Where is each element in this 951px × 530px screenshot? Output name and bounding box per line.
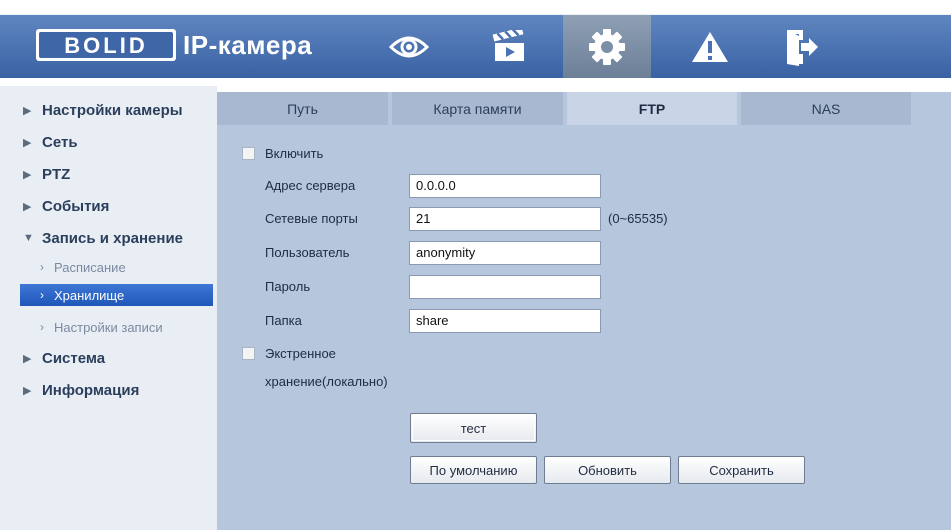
sidebar-item-label: Система [42,349,106,367]
sidebar-item-label: PTZ [42,165,71,183]
server-address-label: Адрес сервера [265,178,356,193]
sidebar-item-ptz[interactable]: ▶ PTZ [0,160,217,188]
sidebar-item-label: Запись и хранение [42,229,184,247]
port-input[interactable]: 21 [409,207,601,231]
sidebar-item-label: События [42,197,110,215]
sidebar-item-label: Информация [42,381,140,399]
caret-right-icon: ▶ [23,200,32,213]
tab-memory-card[interactable]: Карта памяти [392,92,563,125]
caret-right-icon: ▶ [23,104,32,117]
sidebar: ▶ Настройки камеры ▶ Сеть ▶ PTZ ▶ Событи… [0,86,217,530]
emergency-storage-checkbox[interactable] [242,347,255,360]
caret-down-icon: ▼ [23,232,34,244]
chevron-right-icon: › [40,320,44,334]
sidebar-item-recording-storage[interactable]: ▼ Запись и хранение [0,224,217,252]
emergency-storage-label-line1: Экстренное [265,346,336,361]
port-range-hint: (0~65535) [608,211,668,226]
tab-path[interactable]: Путь [217,92,388,125]
enable-label: Включить [265,146,324,161]
tab-ftp[interactable]: FTP [567,92,737,125]
default-button[interactable]: По умолчанию [410,456,537,484]
settings-button[interactable] [563,15,651,78]
sidebar-subitem-label: Расписание [54,259,126,275]
username-label: Пользователь [265,245,350,260]
sidebar-item-label: Сеть [42,133,78,151]
test-button[interactable]: тест [410,413,537,443]
sidebar-subitem-label: Хранилище [54,287,125,303]
sidebar-item-label: Настройки камеры [42,101,183,119]
caret-right-icon: ▶ [23,352,32,365]
chevron-right-icon: › [40,260,44,274]
brand-logo: BOLID [36,29,176,61]
eye-icon [389,36,429,57]
sidebar-subitem-storage[interactable]: › Хранилище [20,284,213,306]
caret-right-icon: ▶ [23,384,32,397]
sidebar-subitem-record-settings[interactable]: › Настройки записи [0,316,217,338]
sidebar-item-information[interactable]: ▶ Информация [0,376,217,404]
sidebar-item-system[interactable]: ▶ Система [0,344,217,372]
brand-logo-text: BOLID [64,33,147,58]
header-divider [0,78,951,86]
folder-label: Папка [265,313,302,328]
caret-right-icon: ▶ [23,168,32,181]
alarm-button[interactable] [679,15,741,78]
logout-icon [787,29,818,66]
playback-button[interactable] [478,15,540,78]
clapperboard-icon [492,29,524,61]
sidebar-item-camera-settings[interactable]: ▶ Настройки камеры [0,96,217,124]
gear-icon [589,28,625,65]
sidebar-subitem-label: Настройки записи [54,319,163,335]
port-label: Сетевые порты [265,211,358,226]
caret-right-icon: ▶ [23,136,32,149]
password-label: Пароль [265,279,311,294]
content-panel: Путь Карта памяти FTP NAS Включить Адрес… [217,92,951,530]
tab-nas[interactable]: NAS [741,92,911,125]
folder-input[interactable]: share [409,309,601,333]
enable-checkbox[interactable] [242,147,255,160]
brand-suffix: IP-камера [183,30,313,60]
password-input[interactable] [409,275,601,299]
sidebar-item-events[interactable]: ▶ События [0,192,217,220]
server-address-input[interactable]: 0.0.0.0 [409,174,601,198]
emergency-storage-label-line2: хранение(локально) [265,374,388,389]
logout-button[interactable] [770,15,832,78]
refresh-button[interactable]: Обновить [544,456,671,484]
tab-bar: Путь Карта памяти FTP NAS [217,92,951,125]
sidebar-item-network[interactable]: ▶ Сеть [0,128,217,156]
save-button[interactable]: Сохранить [678,456,805,484]
warning-icon [692,31,728,62]
chevron-right-icon: › [40,288,44,302]
sidebar-subitem-schedule[interactable]: › Расписание [0,256,217,278]
live-view-button[interactable] [378,15,440,78]
username-input[interactable]: anonymity [409,241,601,265]
